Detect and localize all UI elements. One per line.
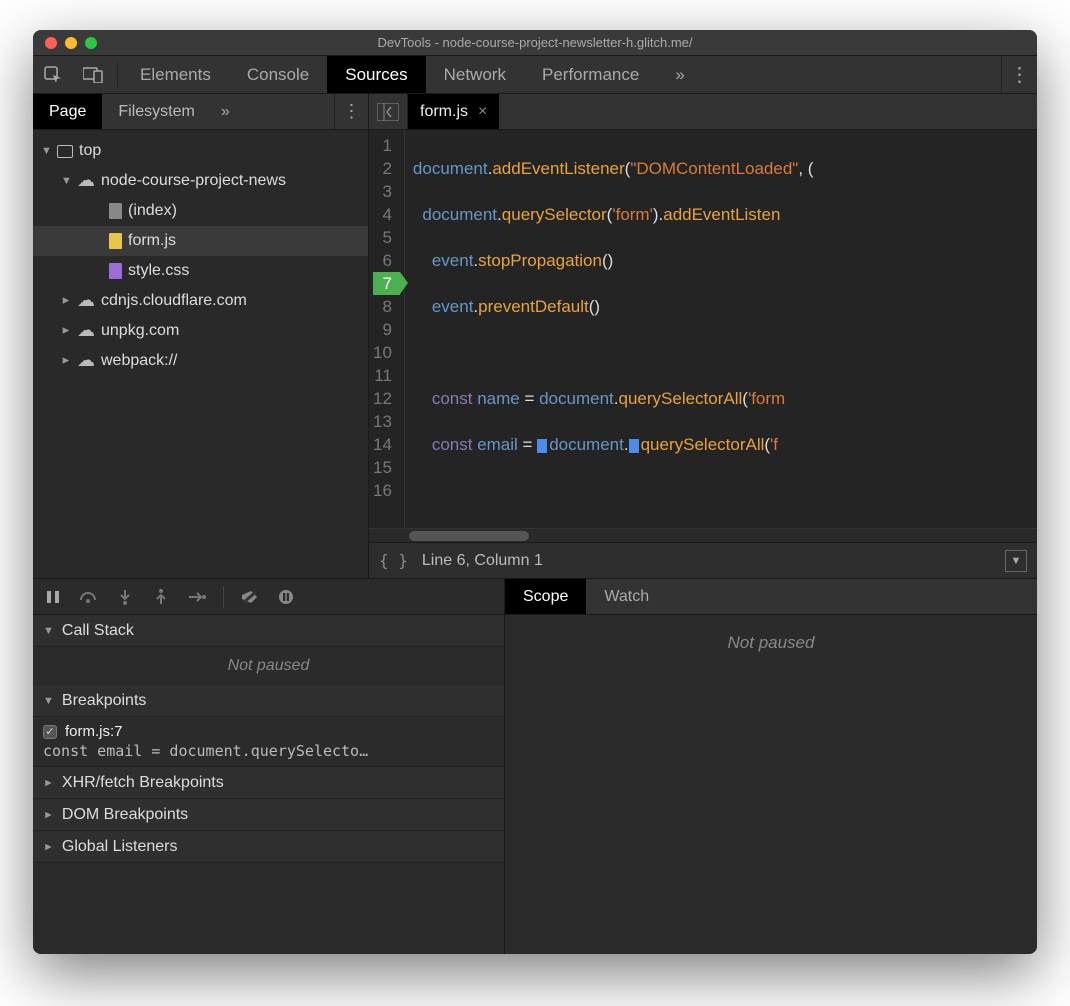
minimize-icon[interactable] <box>65 37 77 49</box>
scope-status: Not paused <box>728 633 815 653</box>
tree-file-index[interactable]: (index) <box>33 196 368 226</box>
tab-scope[interactable]: Scope <box>505 579 586 614</box>
breakpoint-preview: const email = document.querySelecto… <box>43 742 494 760</box>
file-tree: ▼ top ▼ node-course-project-news (index)… <box>33 130 368 578</box>
step-into-icon[interactable] <box>115 589 135 605</box>
tab-watch[interactable]: Watch <box>586 579 667 614</box>
editor-area: form.js × 123456 7 8910111213141516 docu… <box>369 94 1037 578</box>
editor-statusbar: { } Line 6, Column 1 ▼ <box>369 542 1037 578</box>
line-gutter[interactable]: 123456 7 8910111213141516 <box>369 130 405 528</box>
tab-elements[interactable]: Elements <box>122 56 229 93</box>
file-icon <box>109 263 122 279</box>
step-over-icon[interactable] <box>79 590 99 604</box>
call-stack-status: Not paused <box>33 647 504 685</box>
main-toolbar: Elements Console Sources Network Perform… <box>33 56 1037 94</box>
horizontal-scrollbar[interactable] <box>369 528 1037 542</box>
inspect-element-icon[interactable] <box>33 56 73 93</box>
xhr-breakpoints-header[interactable]: ▼XHR/fetch Breakpoints <box>33 767 504 799</box>
debugger-toolbar <box>33 579 504 615</box>
exec-marker-icon <box>629 439 639 453</box>
tree-cdnjs[interactable]: ▼ cdnjs.cloudflare.com <box>33 286 368 316</box>
folder-icon <box>57 145 73 158</box>
file-icon <box>109 233 122 249</box>
tab-performance[interactable]: Performance <box>524 56 657 93</box>
close-icon[interactable] <box>45 37 57 49</box>
tab-console[interactable]: Console <box>229 56 327 93</box>
sidebar-menu-icon[interactable]: ⋮ <box>334 94 368 129</box>
sidebar-tab-page[interactable]: Page <box>33 94 102 129</box>
close-icon[interactable]: × <box>478 103 487 121</box>
code-editor[interactable]: 123456 7 8910111213141516 document.addEv… <box>369 130 1037 528</box>
dom-breakpoints-header[interactable]: ▼DOM Breakpoints <box>33 799 504 831</box>
breakpoint-item[interactable]: ✓ form.js:7 const email = document.query… <box>33 717 504 767</box>
pretty-print-icon[interactable]: { } <box>379 551 408 570</box>
toolbar-menu-icon[interactable]: ⋮ <box>1001 56 1037 93</box>
breakpoint-label: form.js:7 <box>65 723 123 740</box>
titlebar[interactable]: DevTools - node-course-project-newslette… <box>33 30 1037 56</box>
devtools-window: DevTools - node-course-project-newslette… <box>33 30 1037 954</box>
file-icon <box>109 203 122 219</box>
file-tab-formjs[interactable]: form.js × <box>408 94 499 129</box>
tab-more[interactable]: » <box>657 56 702 93</box>
tree-top[interactable]: ▼ top <box>33 136 368 166</box>
tree-origin[interactable]: ▼ node-course-project-news <box>33 166 368 196</box>
tab-network[interactable]: Network <box>426 56 524 93</box>
cloud-icon <box>77 291 95 311</box>
deactivate-breakpoints-icon[interactable] <box>240 589 260 605</box>
cloud-icon <box>77 171 95 191</box>
code-content[interactable]: document.addEventListener("DOMContentLoa… <box>405 130 1037 528</box>
tree-file-stylecss[interactable]: style.css <box>33 256 368 286</box>
pause-on-exceptions-icon[interactable] <box>276 589 296 605</box>
step-icon[interactable] <box>187 591 207 603</box>
call-stack-header[interactable]: ▼Call Stack <box>33 615 504 647</box>
device-toggle-icon[interactable] <box>73 56 113 93</box>
breakpoint-marker[interactable]: 7 <box>373 272 400 295</box>
global-listeners-header[interactable]: ▼Global Listeners <box>33 831 504 863</box>
cloud-icon <box>77 351 95 371</box>
cursor-position: Line 6, Column 1 <box>422 552 543 570</box>
toggle-drawer-icon[interactable]: ▼ <box>1005 550 1027 572</box>
breakpoints-header[interactable]: ▼Breakpoints <box>33 685 504 717</box>
step-out-icon[interactable] <box>151 589 171 605</box>
sidebar-more[interactable]: » <box>211 94 240 129</box>
checkbox-icon[interactable]: ✓ <box>43 725 57 739</box>
tab-sources[interactable]: Sources <box>327 56 425 93</box>
tree-file-formjs[interactable]: form.js <box>33 226 368 256</box>
window-title: DevTools - node-course-project-newslette… <box>33 35 1037 50</box>
zoom-icon[interactable] <box>85 37 97 49</box>
tree-webpack[interactable]: ▼ webpack:// <box>33 346 368 376</box>
exec-marker-icon <box>537 439 547 453</box>
tree-unpkg[interactable]: ▼ unpkg.com <box>33 316 368 346</box>
navigator-sidebar: Page Filesystem » ⋮ ▼ top ▼ node-course-… <box>33 94 369 578</box>
cloud-icon <box>77 321 95 341</box>
pause-icon[interactable] <box>43 590 63 604</box>
sidebar-tab-filesystem[interactable]: Filesystem <box>102 94 210 129</box>
file-tab-label: form.js <box>420 103 468 121</box>
editor-nav-icons[interactable] <box>369 94 408 129</box>
debugger-pane: ▼Call Stack Not paused ▼Breakpoints ✓ fo… <box>33 578 1037 954</box>
